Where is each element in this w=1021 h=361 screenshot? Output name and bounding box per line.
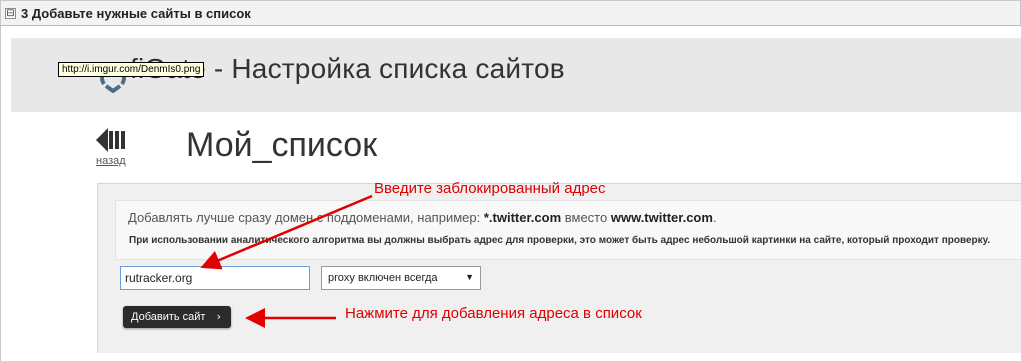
collapse-icon[interactable]: ⊟	[5, 8, 16, 19]
chevron-right-icon: ›	[216, 310, 221, 323]
hint-line-analytic: При использовании аналитического алгорит…	[129, 235, 991, 246]
site-address-input[interactable]	[120, 266, 310, 290]
page-title: Мой_список	[186, 126, 378, 164]
hint-box	[115, 200, 1021, 260]
annotation-enter-address: Введите заблокированный адрес	[374, 180, 606, 197]
spoiler-header[interactable]: ⊟ 3 Добавьте нужные сайты в список	[0, 0, 1021, 26]
add-site-button[interactable]: Добавить сайт ›	[123, 306, 231, 328]
back-arrow-icon[interactable]	[96, 127, 126, 153]
annotation-press-add: Нажмите для добавления адреса в список	[345, 305, 642, 322]
spoiler-title[interactable]: 3 Добавьте нужные сайты в список	[21, 6, 251, 21]
hint-line-domains: Добавлять лучше сразу домен с поддоменам…	[128, 210, 717, 225]
proxy-mode-select[interactable]: proxy включен всегда ▼	[321, 266, 481, 290]
back-link[interactable]: назад	[96, 155, 126, 167]
add-site-button-label: Добавить сайт	[131, 311, 206, 323]
dropdown-arrow-icon: ▼	[465, 272, 474, 282]
image-url-tooltip: http://i.imgur.com/DenmIs0.png	[58, 62, 205, 77]
proxy-mode-value: proxy включен всегда	[328, 272, 438, 284]
